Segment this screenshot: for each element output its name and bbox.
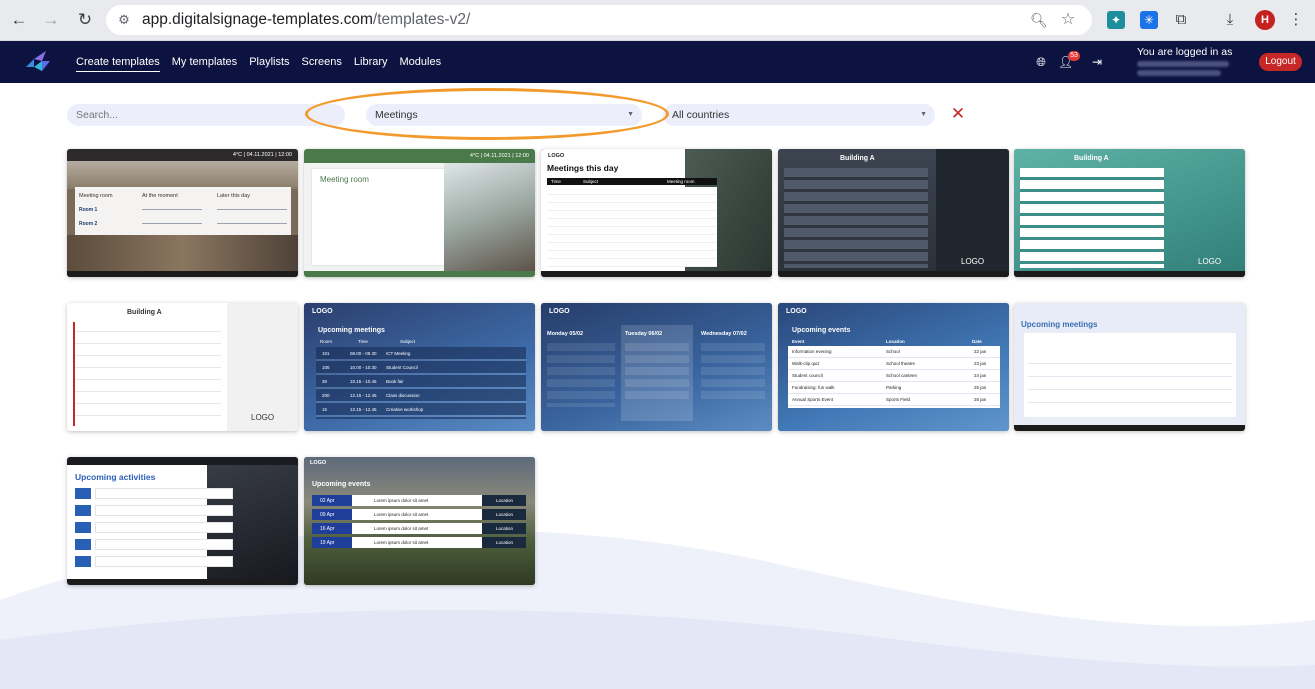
- bookmark-star-icon[interactable]: ☆: [1058, 10, 1078, 30]
- template-card[interactable]: Upcoming meetings: [1014, 303, 1245, 431]
- clear-filters-icon[interactable]: ✕: [950, 105, 966, 123]
- url-text: app.digitalsignage-templates.com/templat…: [142, 11, 471, 28]
- template-card[interactable]: LOGO Upcoming events Event Location Date…: [778, 303, 1009, 431]
- template-card[interactable]: LOGO Monday 05/02 Tuesday 06/02 Wednesda…: [541, 303, 772, 431]
- sign-out-icon[interactable]: ⇥: [1090, 55, 1104, 69]
- globe-icon[interactable]: 🌐︎: [1034, 55, 1048, 69]
- logout-button[interactable]: Logout: [1259, 53, 1302, 71]
- template-card[interactable]: 4°C | 04.11.2021 | 12:00 Meeting room At…: [67, 149, 298, 277]
- nav-modules[interactable]: Modules: [400, 56, 442, 68]
- forward-arrow-icon[interactable]: →: [40, 9, 62, 31]
- extension-snowflake-icon[interactable]: ✳: [1140, 11, 1158, 29]
- redacted-email: [1137, 70, 1221, 76]
- template-card[interactable]: 4°C | 04.11.2021 | 12:00 Meeting room: [304, 149, 535, 277]
- brand-logo-icon[interactable]: [24, 49, 52, 75]
- chevron-down-icon: ▼: [920, 111, 927, 118]
- nav-screens[interactable]: Screens: [302, 56, 342, 68]
- template-card[interactable]: Building A LOGO: [1014, 149, 1245, 277]
- reload-icon[interactable]: ↻: [74, 9, 96, 31]
- address-bar[interactable]: ⚙ app.digitalsignage-templates.com/templ…: [106, 5, 1092, 35]
- logged-in-label: You are logged in as: [1137, 46, 1233, 58]
- highlight-annotation-ring: [305, 88, 669, 140]
- site-settings-icon[interactable]: ⚙: [116, 12, 132, 28]
- template-card[interactable]: LOGO Upcoming events 02 Apr 09 Apr 16 Ap…: [304, 457, 535, 585]
- template-card[interactable]: Building A LOGO: [778, 149, 1009, 277]
- nav-my-templates[interactable]: My templates: [172, 56, 237, 68]
- template-card[interactable]: LOGO Meetings this day Time Subject Meet…: [541, 149, 772, 277]
- search-input[interactable]: Search...: [67, 104, 345, 126]
- template-card[interactable]: Building A LOGO: [67, 303, 298, 431]
- redacted-username: [1137, 61, 1229, 67]
- nav-create-templates[interactable]: Create templates: [76, 56, 160, 72]
- template-card[interactable]: LOGO Upcoming meetings Room Time Subject…: [304, 303, 535, 431]
- download-icon[interactable]: ⤓: [1221, 11, 1239, 29]
- notification-badge: 53: [1068, 51, 1080, 61]
- profile-avatar[interactable]: H: [1255, 10, 1275, 30]
- zoom-icon[interactable]: 🔍︎: [1030, 11, 1048, 29]
- nav-playlists[interactable]: Playlists: [249, 56, 289, 68]
- back-arrow-icon[interactable]: ←: [8, 9, 30, 31]
- app-header: Create templates My templates Playlists …: [0, 41, 1315, 83]
- country-select[interactable]: All countries ▼: [663, 104, 935, 126]
- nav-library[interactable]: Library: [354, 56, 388, 68]
- template-card[interactable]: Upcoming activities: [67, 457, 298, 585]
- extensions-puzzle-icon[interactable]: ⧉: [1172, 11, 1190, 29]
- main-nav: Create templates My templates Playlists …: [76, 41, 453, 83]
- browser-toolbar: ← → ↻ ⚙ app.digitalsignage-templates.com…: [0, 0, 1315, 41]
- extension-teal-icon[interactable]: ✦: [1107, 11, 1125, 29]
- more-menu-icon[interactable]: ⋮: [1287, 11, 1305, 29]
